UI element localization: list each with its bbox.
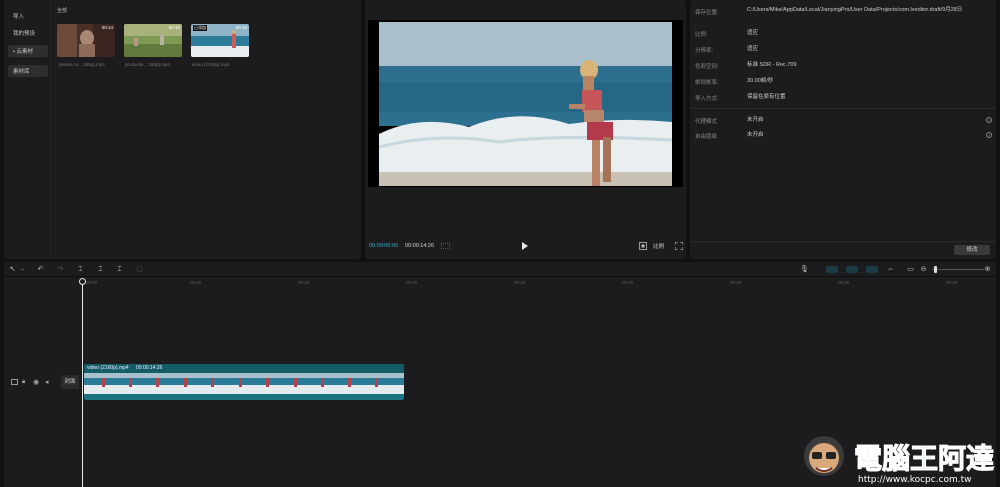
track-toggle-icon[interactable] <box>11 379 18 385</box>
detail-label-import-method: 导入方式: <box>695 96 719 102</box>
media-thumbnail[interactable]: 00:15 <box>124 24 182 57</box>
sidebar-item-cloud-media[interactable]: • 云素材 <box>8 45 48 57</box>
details-panel: 保存位置: C:/Users/Mike/AppData/Local/Jianyi… <box>690 0 996 259</box>
thumbnail-name: pexels-co....160p).mp4 <box>59 62 105 67</box>
thumbnail-added-badge: 已添加 <box>193 25 207 31</box>
detail-value-free-layer: 未开启 <box>747 132 764 138</box>
split-view-icon[interactable]: ⇔ <box>886 265 895 274</box>
thumbnail-name: productio....160p).mp4 <box>125 62 171 67</box>
track-controls: 🔒︎ ◉ ◂ <box>7 378 57 388</box>
video-clip[interactable]: video (2160p).mp4 00:00:14:26 <box>84 364 404 400</box>
media-panel: 导入 我的预设 • 云素材 素材库 全部 00:14 pexels-co....… <box>4 0 361 259</box>
divider <box>690 241 996 242</box>
thumbnail-duration: 00:15 <box>235 25 247 30</box>
zoom-slider[interactable] <box>932 269 984 270</box>
watermark-title: 電腦王阿達 <box>854 442 994 475</box>
chevron-down-icon[interactable]: ⌄ <box>18 265 27 274</box>
detail-label-proxy-mode: 代理模式 <box>695 119 718 125</box>
detail-label-free-layer: 自由层级 <box>695 134 718 140</box>
ruler-tick: 00:40 <box>946 280 958 285</box>
thumbnail-duration: 00:15 <box>168 25 180 30</box>
eye-icon[interactable]: ◉ <box>33 378 39 386</box>
fullscreen-icon[interactable] <box>675 242 683 250</box>
clip-duration: 00:00:14:26 <box>136 365 163 371</box>
split-left-icon[interactable]: ⌶ <box>96 265 105 274</box>
media-sidebar: 导入 我的预设 • 云素材 素材库 <box>4 0 51 259</box>
detail-value-frame-rate: 30.00帧/秒 <box>747 78 774 84</box>
detail-value-save-location: C:/Users/Mike/AppData/Local/JianyingPro/… <box>747 7 963 13</box>
zoom-out-icon[interactable]: ⊖ <box>919 265 928 274</box>
ruler-tick: 00:25 <box>622 280 634 285</box>
fit-view-icon[interactable] <box>639 242 647 250</box>
detail-label-ratio: 比例: <box>695 32 708 38</box>
player-current-time: 00:00:00:00 <box>369 243 399 249</box>
microphone-icon[interactable]: 🎙 <box>800 265 809 274</box>
detail-value-import-method: 保留在原有位置 <box>747 94 786 100</box>
thumbnail-duration: 00:14 <box>101 25 113 30</box>
split-right-icon[interactable]: ⌶ <box>115 265 124 274</box>
player-total-time: 00:00:14:26 <box>405 243 435 249</box>
player-viewport[interactable] <box>368 20 683 187</box>
detail-value-ratio: 适应 <box>747 30 759 36</box>
help-icon[interactable]: ? <box>986 132 992 138</box>
sidebar-item-import[interactable]: 导入 <box>8 10 48 22</box>
ruler-tick: 00:10 <box>298 280 310 285</box>
help-icon[interactable]: ? <box>986 117 992 123</box>
ruler-tick: 00:35 <box>838 280 850 285</box>
watermark-url: http://www.kocpc.com.tw <box>858 475 972 485</box>
detail-value-color-space: 标准 SDR - Rec.709 <box>747 62 797 68</box>
detail-label-resolution: 分辨率: <box>695 48 714 54</box>
clip-filmstrip <box>84 373 404 394</box>
delete-icon[interactable]: ▢ <box>135 265 144 274</box>
clip-header: video (2160p).mp4 00:00:14:26 <box>84 364 404 373</box>
media-thumbnail[interactable]: 已添加 00:15 <box>191 24 249 57</box>
ruler-tick: 00:00 <box>86 280 98 285</box>
ruler-tick: 00:05 <box>190 280 202 285</box>
cover-button[interactable]: 封面 <box>61 375 79 389</box>
ruler-tick: 00:30 <box>730 280 742 285</box>
timeline-toolbar: ↖ ⌄ ↶ ↷ ⌶ ⌶ ⌶ ▢ 🎙 ⇔ ▭ ⊖ ⊕ <box>4 262 996 277</box>
magnet-snap-icon[interactable] <box>826 266 838 273</box>
detail-label-color-space: 色彩空间: <box>695 64 719 70</box>
zoom-slider-handle[interactable] <box>934 266 937 273</box>
sidebar-item-my-presets[interactable]: 我的预设 <box>8 27 48 39</box>
sidebar-item-media-library[interactable]: 素材库 <box>8 65 48 77</box>
ruler-tick: 00:15 <box>406 280 418 285</box>
detail-value-resolution: 适应 <box>747 46 759 52</box>
zoom-in-icon[interactable]: ⊕ <box>983 265 992 274</box>
divider <box>690 108 996 109</box>
media-section-label: 全部 <box>57 8 68 14</box>
playhead-handle[interactable] <box>79 278 86 285</box>
detail-label-frame-rate: 帧视帧率: <box>695 80 719 86</box>
timeline-ruler[interactable]: 00:00 00:05 00:10 00:15 00:20 00:25 00:3… <box>82 279 996 289</box>
clip-name: video (2160p).mp4 <box>87 365 129 371</box>
thumbnail-name: video (2160p).mp4 <box>192 62 230 67</box>
player-panel: 00:00:00:00 00:00:14:26 比例 <box>365 0 686 259</box>
watermark-logo: 電腦王阿達 http://www.kocpc.com.tw <box>804 436 995 485</box>
undo-icon[interactable]: ↶ <box>36 265 45 274</box>
preview-axis-icon[interactable] <box>866 266 878 273</box>
split-icon[interactable]: ⌶ <box>76 265 85 274</box>
media-thumbnail[interactable]: 00:14 <box>57 24 115 57</box>
subtitle-icon[interactable]: ▭ <box>906 265 915 274</box>
speaker-icon[interactable]: ◂ <box>45 378 49 386</box>
detail-value-proxy-mode: 未开启 <box>747 117 764 123</box>
playhead[interactable] <box>82 279 83 487</box>
ratio-button[interactable]: 比例 <box>653 242 664 250</box>
waveform-toggle-icon[interactable] <box>441 243 450 249</box>
modify-button[interactable]: 修改 <box>954 245 990 255</box>
detail-label-save-location: 保存位置: <box>695 10 719 16</box>
link-clips-icon[interactable] <box>846 266 858 273</box>
redo-icon[interactable]: ↷ <box>56 265 65 274</box>
video-preview <box>379 22 672 186</box>
lock-icon[interactable]: 🔒︎ <box>22 379 25 386</box>
ruler-tick: 00:20 <box>514 280 526 285</box>
select-cursor-icon[interactable]: ↖ <box>8 265 17 274</box>
play-icon[interactable] <box>521 242 529 250</box>
